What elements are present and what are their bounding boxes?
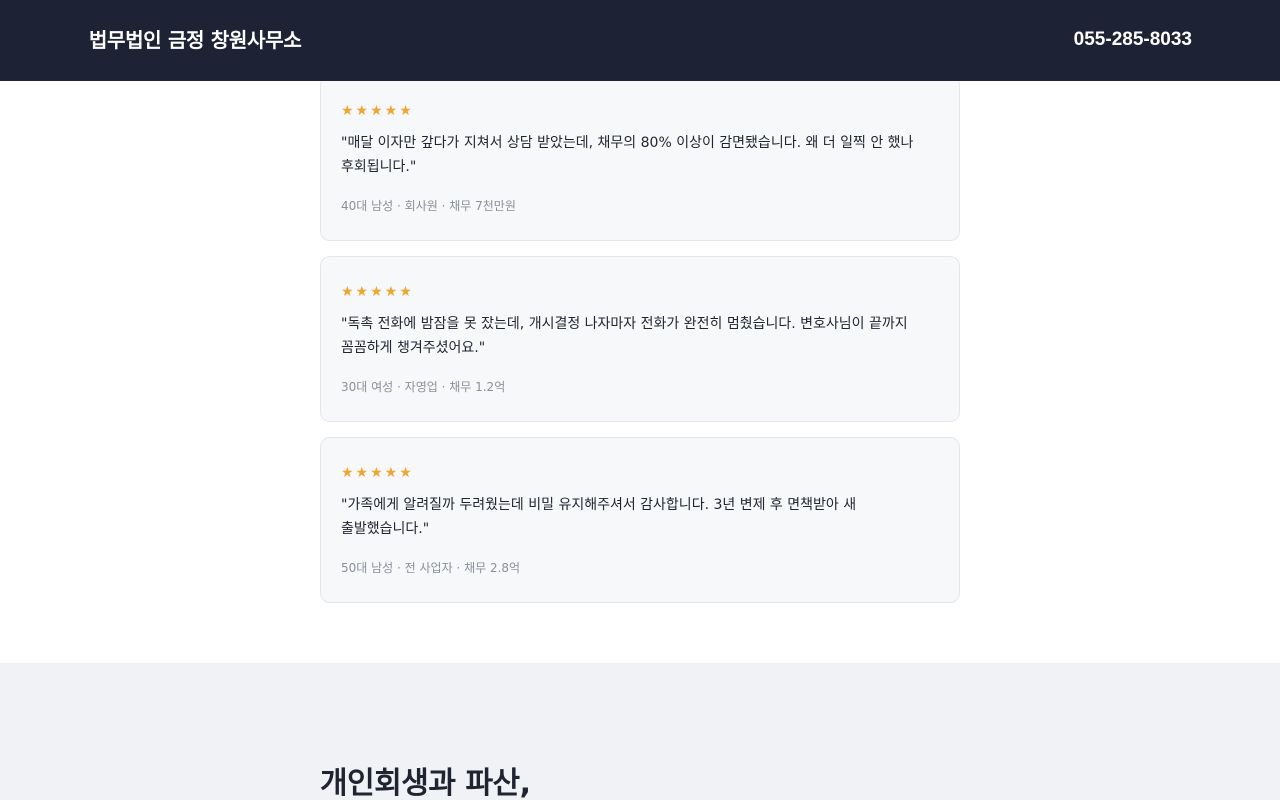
section-heading: 개인회생과 파산, [320, 766, 531, 801]
review-card: ★★★★★ "가족에게 알려질까 두려웠는데 비밀 유지해주셔서 감사합니다. … [320, 437, 960, 603]
rating-stars-icon: ★★★★★ [341, 103, 414, 119]
review-card: ★★★★★ "매달 이자만 갚다가 지쳐서 상담 받았는데, 채무의 80% 이… [320, 75, 960, 241]
review-card: ★★★★★ "독촉 전화에 밤잠을 못 잤는데, 개시결정 나자마자 전화가 완… [320, 256, 960, 422]
review-text: "가족에게 알려질까 두려웠는데 비밀 유지해주셔서 감사합니다. 3년 변제 … [341, 497, 857, 537]
phone-number-link[interactable]: 055-285-8033 [1074, 28, 1192, 52]
rating-stars-icon: ★★★★★ [341, 465, 414, 481]
review-meta: 40대 남성 · 회사원 · 채무 7천만원 [341, 199, 516, 213]
review-text: "독촉 전화에 밤잠을 못 잤는데, 개시결정 나자마자 전화가 완전히 멈췄습… [341, 316, 908, 356]
review-meta: 30대 여성 · 자영업 · 채무 1.2억 [341, 380, 506, 394]
site-header: 법무법인 금정 창원사무소 055-285-8033 [0, 0, 1280, 81]
info-section: 개인회생과 파산, [0, 663, 1280, 801]
review-text: "매달 이자만 갚다가 지쳐서 상담 받았는데, 채무의 80% 이상이 감면됐… [341, 135, 914, 175]
review-meta: 50대 남성 · 전 사업자 · 채무 2.8억 [341, 561, 521, 575]
brand-logo-link[interactable]: 법무법인 금정 창원사무소 [89, 26, 302, 54]
rating-stars-icon: ★★★★★ [341, 284, 414, 300]
review-list: ★★★★★ "매달 이자만 갚다가 지쳐서 상담 받았는데, 채무의 80% 이… [320, 75, 960, 618]
